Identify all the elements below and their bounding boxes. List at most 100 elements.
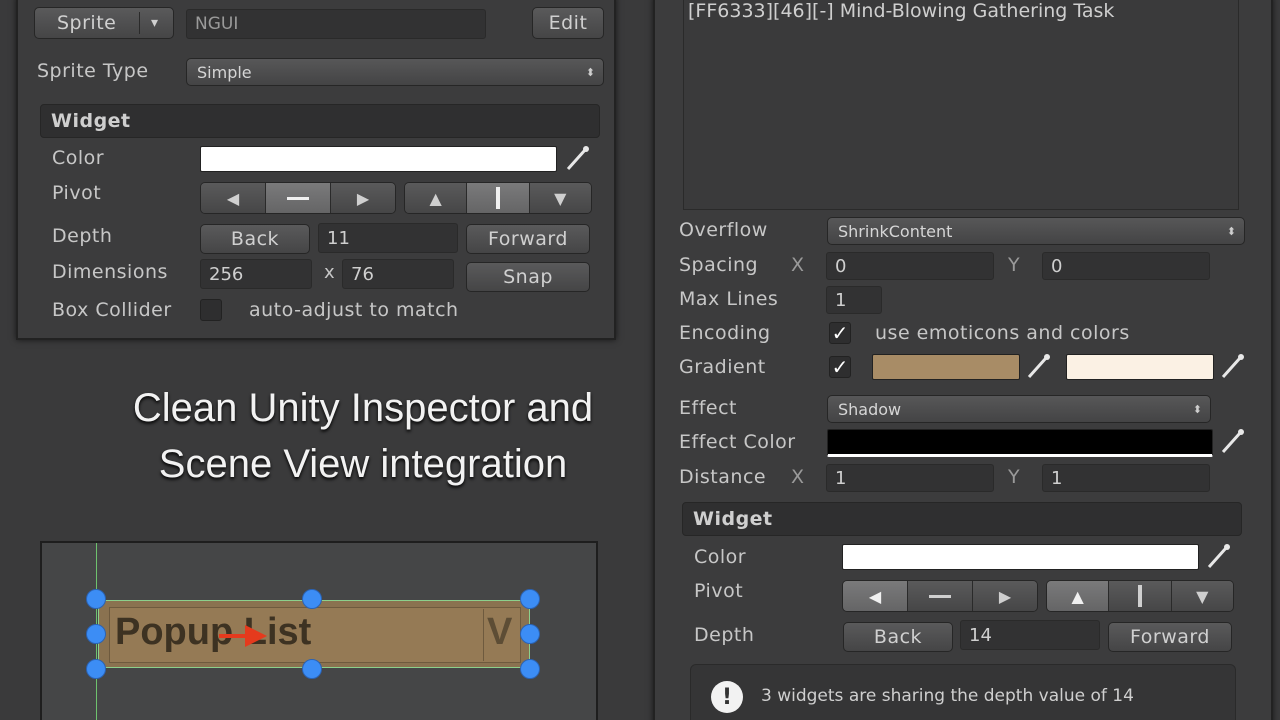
label-text-area[interactable]: [FF6333][46][-] Mind-Blowing Gathering T…	[683, 0, 1239, 210]
overflow-value: ShrinkContent	[838, 221, 953, 241]
arrow-down-icon[interactable]: ▼	[1171, 581, 1233, 611]
arrow-up-icon[interactable]: ▲	[1047, 581, 1110, 611]
spacing-y-field[interactable]: 0	[1042, 252, 1210, 280]
updown-arrows-icon: ⬍	[585, 65, 595, 79]
arrow-left-icon[interactable]: ◀	[201, 183, 266, 213]
effect-color-label: Effect Color	[679, 431, 796, 453]
max-lines-field[interactable]: 1	[826, 286, 882, 314]
distance-x-label: X	[791, 466, 805, 488]
widget-header-left[interactable]: Widget	[40, 104, 600, 138]
auto-adjust-label: auto-adjust to match	[249, 299, 459, 321]
dropdown-divider	[139, 12, 140, 34]
depth-forward-button[interactable]: Forward	[466, 224, 590, 254]
pivot-center-h-button[interactable]	[908, 581, 973, 611]
depth-info-box: ! 3 widgets are sharing the depth value …	[690, 664, 1236, 720]
dimensions-label: Dimensions	[52, 261, 168, 283]
popup-list-widget[interactable]: Popup List V	[98, 600, 530, 668]
spacing-label: Spacing	[679, 254, 759, 276]
resize-handle-bottom-right[interactable]	[520, 659, 540, 679]
arrow-up-icon[interactable]: ▲	[405, 183, 468, 213]
effect-label: Effect	[679, 397, 737, 419]
spacing-y-label: Y	[1008, 254, 1021, 276]
resize-handle-top-right[interactable]	[520, 589, 540, 609]
pivot-label: Pivot	[52, 182, 102, 204]
effect-color-swatch[interactable]	[827, 429, 1213, 457]
spacing-x-field[interactable]: 0	[826, 252, 994, 280]
arrow-down-icon[interactable]: ▼	[529, 183, 591, 213]
pivot-center-v-button[interactable]	[1109, 581, 1172, 611]
headline-line-2: Scene View integration	[158, 442, 568, 486]
box-collider-checkbox[interactable]	[200, 299, 222, 321]
gradient-label: Gradient	[679, 356, 766, 378]
overflow-label: Overflow	[679, 219, 768, 241]
gradient-checkbox[interactable]: ✓	[829, 355, 851, 379]
depth-field[interactable]: 14	[960, 620, 1100, 650]
sprite-dropdown-label: Sprite	[57, 12, 117, 34]
snap-button[interactable]: Snap	[466, 262, 590, 292]
checkmark-icon: ✓	[831, 355, 849, 379]
depth-back-button[interactable]: Back	[843, 622, 953, 652]
resize-handle-middle-left[interactable]	[86, 624, 106, 644]
overflow-select[interactable]: ShrinkContent ⬍	[827, 217, 1245, 245]
pivot-arrow-icon	[219, 625, 267, 647]
resize-handle-bottom-center[interactable]	[302, 659, 322, 679]
distance-y-label: Y	[1008, 466, 1021, 488]
color-swatch[interactable]	[200, 146, 557, 172]
eyedropper-icon[interactable]	[1026, 352, 1052, 385]
effect-value: Shadow	[838, 399, 902, 419]
atlas-field[interactable]: NGUI	[186, 9, 486, 39]
spacing-x-label: X	[791, 254, 805, 276]
eyedropper-icon[interactable]	[1220, 352, 1246, 385]
sprite-type-select[interactable]: Simple ⬍	[186, 58, 604, 86]
depth-label: Depth	[52, 225, 113, 247]
widget-header-right[interactable]: Widget	[682, 502, 1242, 536]
pivot-center-v-button[interactable]	[467, 183, 530, 213]
distance-y-field[interactable]: 1	[1042, 464, 1210, 492]
headline: Clean Unity Inspector and Scene View int…	[82, 380, 644, 492]
dimension-width-field[interactable]: 256	[200, 259, 312, 289]
edit-button[interactable]: Edit	[532, 7, 604, 39]
distance-x-field[interactable]: 1	[826, 464, 994, 492]
chevron-down-icon: ▾	[151, 15, 159, 31]
sprite-type-dropdown[interactable]: Sprite ▾	[34, 7, 174, 39]
pivot-horizontal-group: ◀ ▶	[200, 182, 396, 214]
max-lines-label: Max Lines	[679, 288, 779, 310]
color-swatch[interactable]	[842, 544, 1199, 570]
eyedropper-icon[interactable]	[565, 144, 591, 177]
pivot-vertical-group: ▲ ▼	[1046, 580, 1234, 612]
pivot-center-h-button[interactable]	[266, 183, 331, 213]
encoding-checkbox[interactable]: ✓	[829, 321, 851, 345]
encoding-label: Encoding	[679, 322, 771, 344]
sprite-type-value: Simple	[197, 62, 252, 82]
color-label: Color	[52, 147, 105, 169]
depth-forward-button[interactable]: Forward	[1108, 622, 1232, 652]
depth-field[interactable]: 11	[318, 223, 458, 253]
eyedropper-icon[interactable]	[1220, 427, 1246, 460]
checkmark-icon: ✓	[831, 321, 849, 345]
arrow-right-icon[interactable]: ▶	[331, 183, 395, 213]
gradient-top-swatch[interactable]	[872, 354, 1020, 380]
sprite-type-label: Sprite Type	[37, 60, 149, 82]
eyedropper-icon[interactable]	[1206, 542, 1232, 575]
encoding-text: use emoticons and colors	[875, 322, 1130, 344]
dimension-height-field[interactable]: 76	[342, 259, 454, 289]
updown-arrows-icon: ⬍	[1226, 224, 1236, 238]
popup-list-text: Popup List	[115, 611, 312, 653]
arrow-right-icon[interactable]: ▶	[973, 581, 1037, 611]
depth-info-text: 3 widgets are sharing the depth value of…	[761, 686, 1134, 706]
resize-handle-top-center[interactable]	[302, 589, 322, 609]
pivot-vertical-group: ▲ ▼	[404, 182, 592, 214]
headline-line-1: Clean Unity Inspector and	[132, 386, 594, 430]
resize-handle-top-left[interactable]	[86, 589, 106, 609]
depth-back-button[interactable]: Back	[200, 224, 310, 254]
effect-select[interactable]: Shadow ⬍	[827, 395, 1211, 423]
resize-handle-bottom-left[interactable]	[86, 659, 106, 679]
box-collider-label: Box Collider	[52, 299, 172, 321]
info-icon: !	[711, 681, 743, 713]
resize-handle-middle-right[interactable]	[520, 624, 540, 644]
depth-label: Depth	[694, 624, 755, 646]
gradient-bottom-swatch[interactable]	[1066, 354, 1214, 380]
arrow-left-icon[interactable]: ◀	[843, 581, 908, 611]
color-label: Color	[694, 546, 747, 568]
distance-label: Distance	[679, 466, 767, 488]
